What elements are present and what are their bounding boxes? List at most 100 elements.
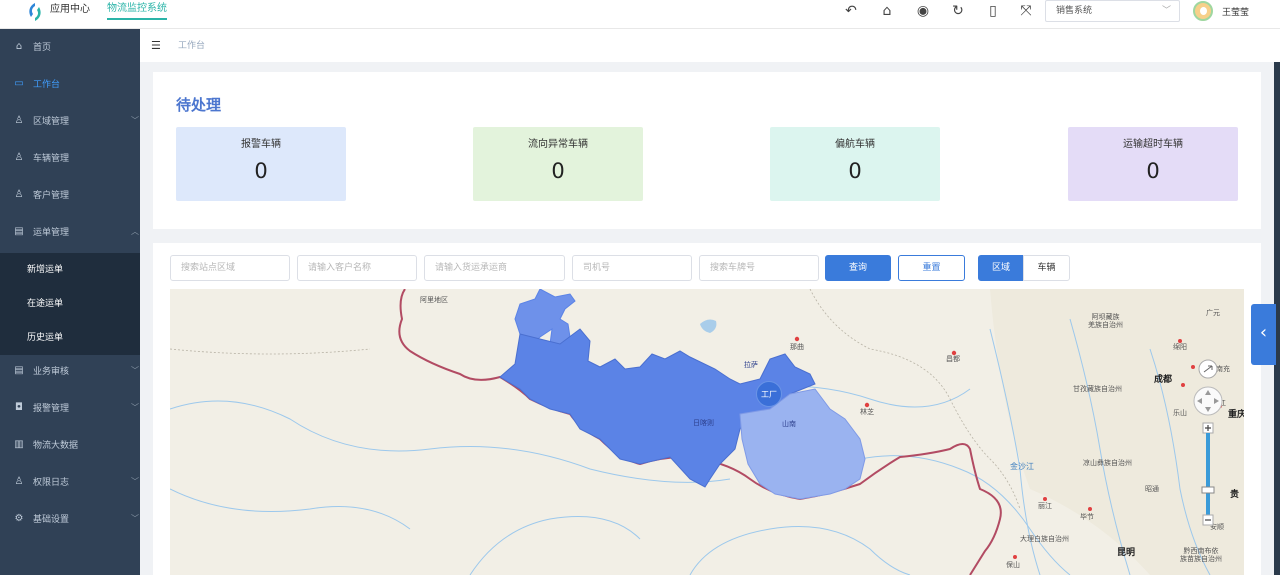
chevron-down-icon: ﹀ [131,477,139,486]
document-icon: ▤ [14,365,24,376]
pending-title: 待处理 [176,96,222,114]
stat-label: 偏航车辆 [835,139,875,150]
sidebar-item-region[interactable]: ♙ 区域管理 ﹀ [0,103,140,140]
sidebar-item-label: 基础设置 [33,515,70,525]
home-icon[interactable]: ⌂ [879,3,895,19]
sidebar-item-customer[interactable]: ♙ 客户管理 [0,177,140,214]
carrier-input[interactable]: 请输入货运承运商 [424,255,565,281]
map-label-chongqing: 重庆 [1228,410,1244,420]
stat-card-flow-abnormal[interactable]: 流向异常车辆 0 [473,127,643,201]
document-icon: ▤ [14,226,24,237]
sidebar-subitem-in-transit[interactable]: 在途运单 [0,287,140,321]
sidebar-item-waybill[interactable]: ▤ 运单管理 ︿ [0,214,140,251]
factory-marker[interactable]: 工厂 [756,381,782,407]
sidebar-item-label: 业务审核 [33,367,70,377]
sidebar-subitem-new-waybill[interactable]: 新增运单 [0,253,140,287]
fullscreen-icon[interactable]: ⤧ [1018,3,1034,19]
stat-value: 0 [551,159,565,183]
stat-card-timeout[interactable]: 运输超时车辆 0 [1068,127,1238,201]
home-icon: ⌂ [15,41,23,52]
driver-input[interactable]: 司机号 [572,255,692,281]
app-logo-icon [29,3,41,21]
chevron-down-icon: ﹀ [1161,6,1171,16]
station-search-input[interactable]: 搜索站点区域 [170,255,290,281]
toggle-vehicle[interactable]: 车辆 [1023,255,1070,281]
chevron-down-icon: ﹀ [131,366,139,375]
panel-toggle-chevron-left-icon[interactable]: ‹ [1251,304,1276,365]
eye-icon[interactable]: ◉ [915,3,931,19]
chevron-down-icon: ﹀ [131,514,139,523]
sidebar-item-audit[interactable]: ▤ 业务审核 ﹀ [0,353,140,390]
toggle-region[interactable]: 区域 [978,255,1024,281]
query-button[interactable]: 查询 [825,255,891,281]
sidebar-item-label: 区域管理 [33,117,70,127]
sidebar-item-vehicle[interactable]: ♙ 车辆管理 [0,140,140,177]
map-label-qiannan: 黔西南布依 族苗族自治州 [1180,547,1222,563]
key-user-icon: ♙ [14,476,24,487]
gear-icon: ⚙ [14,513,24,524]
plate-search-input[interactable]: 搜索车牌号 [699,255,819,281]
stat-label: 流向异常车辆 [528,139,588,150]
chevron-down-icon: ﹀ [131,403,139,412]
map-label-lhasa: 拉萨 [744,361,758,369]
app-center-link[interactable]: 应用中心 [50,4,90,16]
stat-label: 运输超时车辆 [1123,139,1183,150]
sidebar-item-label: 运单管理 [33,228,70,238]
map-zoom-control[interactable] [1193,359,1227,529]
sidebar-item-label: 车辆管理 [33,154,70,164]
map-label-ganzi: 甘孜藏族自治州 [1073,385,1122,393]
reset-button[interactable]: 重置 [898,255,965,281]
tablet-icon[interactable]: ▯ [985,3,1001,19]
sidebar-item-permission[interactable]: ♙ 权限日志 ﹀ [0,464,140,501]
chevron-up-icon: ︿ [131,227,139,236]
system-select[interactable]: 销售系统 ﹀ [1045,0,1180,22]
menu-toggle-icon[interactable]: ☰ [151,40,161,51]
map-label-gui: 贵 [1230,490,1240,500]
map-card: 搜索站点区域 请输入客户名称 请输入货运承运商 司机号 搜索车牌号 查询 重置 … [153,243,1261,575]
map-label-nagqu: 那曲 [790,343,804,351]
system-select-value: 销售系统 [1056,6,1093,16]
monitor-icon: ▭ [14,78,24,89]
stat-card-deviation[interactable]: 偏航车辆 0 [770,127,940,201]
breadcrumb: 工作台 [178,41,206,51]
customer-name-input[interactable]: 请输入客户名称 [297,255,417,281]
stat-value: 0 [254,159,268,183]
user-name[interactable]: 王莹莹 [1222,5,1249,18]
map-label-bijie: 毕节 [1080,513,1094,521]
sidebar-item-home[interactable]: ⌂ 首页 [0,29,140,66]
map-label-shannan: 山南 [782,420,796,428]
sidebar-item-settings[interactable]: ⚙ 基础设置 ﹀ [0,501,140,538]
map-label-leshan: 乐山 [1173,409,1187,417]
map-label-jinshajiang: 金沙江 [1010,462,1034,471]
map-label-guangyuan: 广元 [1206,309,1220,317]
alarm-icon: ◘ [15,402,23,413]
avatar[interactable] [1193,1,1213,21]
sidebar-item-label: 客户管理 [33,191,70,201]
stat-label: 报警车辆 [241,139,281,150]
stat-value: 0 [848,159,862,183]
refresh-icon[interactable]: ↻ [950,3,966,19]
map-view[interactable]: 阿里地区 那曲 昌都 林芝 日喀则 山南 拉萨 阿坝藏族 羌族自治州 广元 绵阳… [170,289,1244,575]
map-label-chengdu: 成都 [1154,375,1173,385]
top-bar: 应用中心 物流监控系统 ↶ ⌂ ◉ ↻ ▯ ⤧ 销售系统 ﹀ 王莹莹 [0,0,1280,29]
map-nav-icon [1193,359,1223,526]
sidebar-item-alarm[interactable]: ◘ 报警管理 ﹀ [0,390,140,427]
current-system-tab[interactable]: 物流监控系统 [107,2,167,20]
sidebar-subitem-label: 历史运单 [27,333,64,343]
map-label-kunming: 昆明 [1117,548,1136,558]
sidebar-item-workbench[interactable]: ▭ 工作台 [0,66,140,103]
sidebar-item-label: 首页 [33,43,52,53]
sidebar-item-bigdata[interactable]: ▥ 物流大数据 [0,427,140,464]
map-label-changdu: 昌都 [946,355,960,363]
map-label-baoshan: 保山 [1006,561,1020,569]
user-icon: ♙ [14,152,24,163]
sidebar-subitem-label: 新增运单 [27,265,64,275]
sidebar-subitem-label: 在途运单 [27,299,64,309]
stat-card-alarm-vehicles[interactable]: 报警车辆 0 [176,127,346,201]
map-label-aba: 阿坝藏族 羌族自治州 [1088,313,1123,329]
stat-value: 0 [1146,159,1160,183]
sidebar-item-label: 物流大数据 [33,441,79,451]
back-icon[interactable]: ↶ [843,3,859,19]
map-canvas [170,289,1244,575]
sidebar-subitem-history[interactable]: 历史运单 [0,321,140,355]
